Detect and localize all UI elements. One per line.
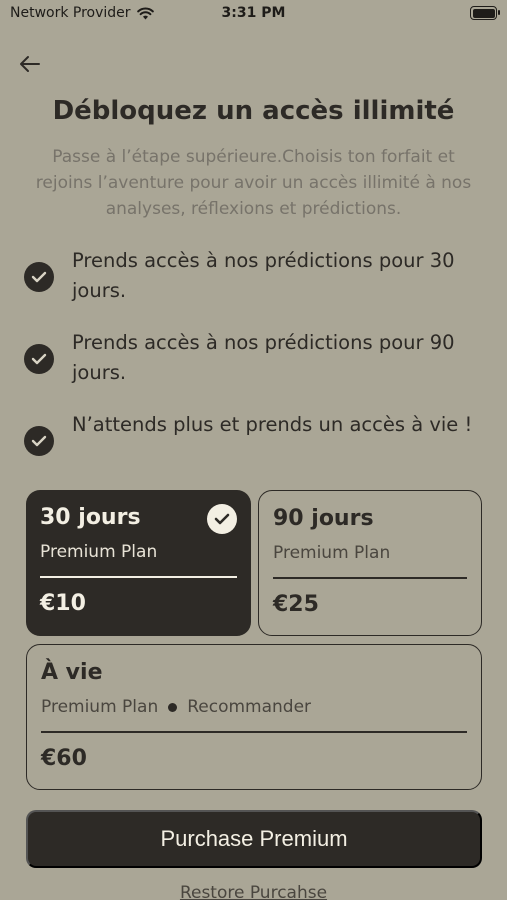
plan-subtitle: Premium Plan	[273, 543, 391, 563]
plan-subtitle: Premium Plan	[41, 697, 159, 717]
plan-divider	[273, 577, 467, 579]
selected-check-icon	[207, 504, 237, 534]
plan-subtitle: Premium Plan	[40, 542, 158, 562]
plan-divider	[41, 731, 467, 733]
feature-text: Prends accès à nos prédictions pour 90 j…	[72, 331, 455, 384]
page-subtitle: Passe à l’étape supérieure.Choisis ton f…	[35, 147, 472, 219]
plan-name: 90 jours	[273, 506, 374, 531]
plan-card-30-jours[interactable]: 30 jours Premium Plan €10	[26, 490, 251, 636]
feature-text: N’attends plus et prends un accès à vie …	[72, 413, 473, 436]
plan-card-a-vie[interactable]: À vie Premium Plan Recommander €60	[26, 644, 482, 790]
feature-list: Prends accès à nos prédictions pour 30 j…	[24, 246, 484, 478]
plan-badge: Recommander	[187, 697, 312, 717]
back-button[interactable]	[14, 48, 46, 80]
check-icon	[24, 426, 54, 456]
feature-item: Prends accès à nos prédictions pour 30 j…	[24, 246, 484, 306]
plan-price: €25	[273, 592, 319, 617]
check-icon	[24, 344, 54, 374]
purchase-premium-button[interactable]: Purchase Premium	[26, 810, 482, 868]
plan-name: À vie	[41, 660, 103, 685]
feature-text: Prends accès à nos prédictions pour 30 j…	[72, 249, 455, 302]
plan-price: €10	[40, 591, 86, 616]
back-arrow-icon	[20, 56, 40, 72]
page-title: Débloquez un accès illimité	[52, 96, 455, 126]
check-icon	[24, 262, 54, 292]
battery-icon	[470, 6, 500, 20]
plan-name: 30 jours	[40, 505, 141, 530]
feature-item: N’attends plus et prends un accès à vie …	[24, 410, 484, 456]
plan-divider	[40, 576, 237, 578]
paywall-screen: Network Provider 3:31 PM Débloquez un ac…	[0, 0, 507, 900]
feature-item: Prends accès à nos prédictions pour 90 j…	[24, 328, 484, 388]
status-bar: Network Provider 3:31 PM	[0, 0, 507, 28]
bullet-dot-icon	[168, 702, 178, 712]
plan-card-90-jours[interactable]: 90 jours Premium Plan €25	[258, 490, 482, 636]
status-time: 3:31 PM	[221, 5, 286, 21]
plan-subtitle-row: Premium Plan Recommander	[41, 697, 311, 717]
plan-price: €60	[41, 746, 87, 771]
battery-level	[472, 8, 495, 18]
restore-purchase-link[interactable]: Restore Purcahse	[0, 883, 507, 900]
